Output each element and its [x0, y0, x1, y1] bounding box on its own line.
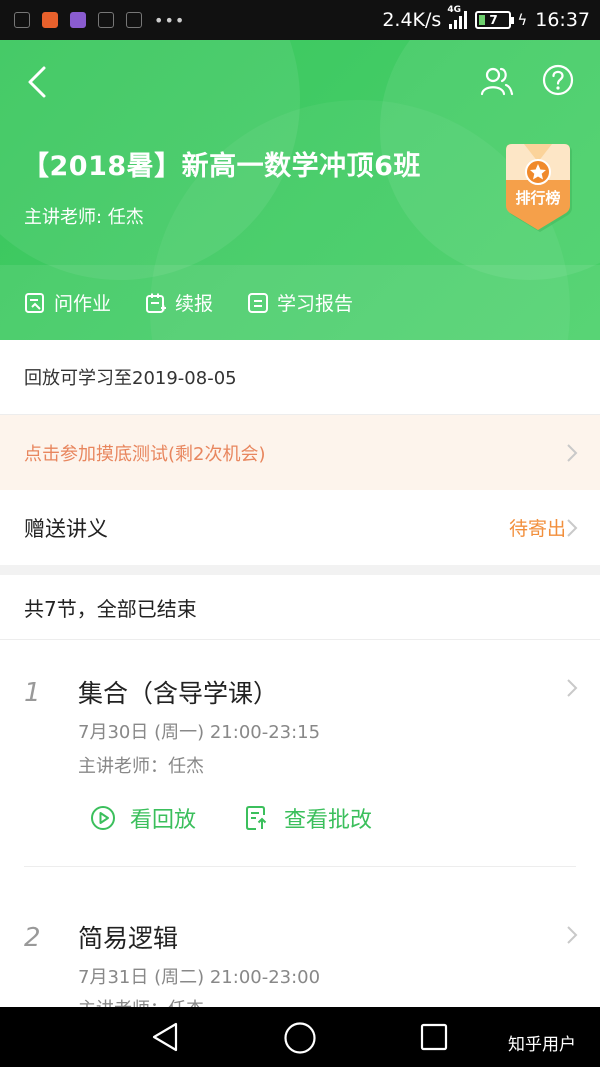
lesson-item[interactable]: 2 简易逻辑 7月31日 (周二) 21:00-23:00 主讲老师：任杰 — [0, 867, 600, 1007]
replay-availability-text: 回放可学习至2019-08-05 — [24, 368, 237, 389]
chevron-right-icon — [567, 926, 578, 944]
clock: 16:37 — [535, 9, 590, 31]
gift-handout-label: 赠送讲义 — [24, 516, 108, 541]
report-icon — [248, 292, 269, 313]
view-corrections-label: 查看批改 — [284, 808, 373, 833]
watch-replay-label: 看回放 — [130, 808, 197, 833]
play-circle-icon — [91, 806, 115, 830]
ask-homework-label: 问作业 — [54, 293, 112, 315]
lesson-index: 1 — [24, 678, 41, 708]
lesson-name: 集合（含导学课） — [78, 679, 279, 708]
section-divider — [0, 565, 600, 575]
lesson-teacher: 主讲老师：任杰 — [78, 756, 204, 777]
lesson-index: 2 — [24, 923, 41, 953]
chevron-right-icon — [567, 519, 578, 537]
handout-status: 待寄出 — [508, 518, 566, 540]
chevron-right-icon — [567, 444, 578, 462]
battery-level: 7 — [489, 13, 498, 27]
lesson-summary-text: 共7节，全部已结束 — [24, 596, 197, 621]
sync-notification-icon — [98, 12, 114, 28]
study-report-label: 学习报告 — [277, 293, 354, 315]
watch-replay-button[interactable]: 看回放 — [90, 802, 196, 834]
lesson-name: 简易逻辑 — [78, 924, 179, 953]
signal-icon: 4G — [447, 5, 468, 29]
lesson-teacher: 主讲老师：任杰 — [78, 995, 204, 1007]
gift-handout-row[interactable]: 赠送讲义 待寄出 — [0, 490, 600, 565]
corrections-icon — [246, 806, 267, 830]
replay-availability-row: 回放可学习至2019-08-05 — [0, 340, 600, 415]
lesson-time: 7月30日 (周一) 21:00-23:15 — [78, 722, 321, 743]
charging-icon: ϟ — [517, 11, 528, 29]
power-notification-icon — [14, 12, 30, 28]
placement-test-text: 点击参加摸底测试(剩2次机会) — [24, 443, 266, 465]
battery-icon: 7 — [475, 11, 515, 29]
renew-icon — [146, 293, 167, 313]
ask-homework-button[interactable]: 问作业 — [24, 289, 111, 316]
course-title: 【2018暑】新高一数学冲顶6班 — [22, 151, 421, 182]
app-notification-icon — [42, 12, 58, 28]
nav-recents-icon[interactable] — [420, 1023, 448, 1051]
network-speed: 2.4K/s — [382, 9, 442, 31]
lesson-time: 7月31日 (周二) 21:00-23:00 — [78, 967, 321, 988]
members-icon[interactable] — [480, 64, 514, 98]
status-bar: ••• 2.4K/s 4G 7 ϟ 16:37 — [0, 0, 600, 40]
renew-button[interactable]: 续报 — [145, 289, 213, 316]
lesson-summary: 共7节，全部已结束 — [0, 575, 600, 640]
renew-label: 续报 — [175, 293, 214, 315]
view-corrections-button[interactable]: 查看批改 — [244, 802, 372, 834]
chevron-right-icon — [567, 679, 578, 697]
ranking-badge-label: 排行榜 — [515, 189, 561, 207]
lesson-item[interactable]: 1 集合（含导学课） 7月30日 (周一) 21:00-23:15 主讲老师：任… — [0, 640, 600, 866]
back-arrow-icon[interactable] — [22, 62, 58, 102]
nav-home-icon[interactable] — [283, 1021, 317, 1055]
study-report-button[interactable]: 学习报告 — [247, 289, 353, 316]
help-icon[interactable] — [542, 64, 574, 96]
sim-notification-icon — [126, 12, 142, 28]
course-header: 【2018暑】新高一数学冲顶6班 主讲老师: 任杰 排行榜 问作业 续报 学习报… — [0, 40, 600, 340]
gallery-notification-icon — [70, 12, 86, 28]
nav-back-icon[interactable] — [150, 1021, 182, 1053]
watermark: 知乎用户 — [508, 1035, 576, 1055]
course-teacher: 主讲老师: 任杰 — [24, 207, 144, 228]
homework-icon — [25, 292, 44, 313]
course-action-bar: 问作业 续报 学习报告 — [0, 265, 600, 340]
placement-test-row[interactable]: 点击参加摸底测试(剩2次机会) — [0, 415, 600, 490]
network-type: 4G — [447, 5, 461, 15]
more-notifications-icon: ••• — [154, 10, 186, 30]
ranking-badge-icon[interactable] — [500, 140, 576, 232]
